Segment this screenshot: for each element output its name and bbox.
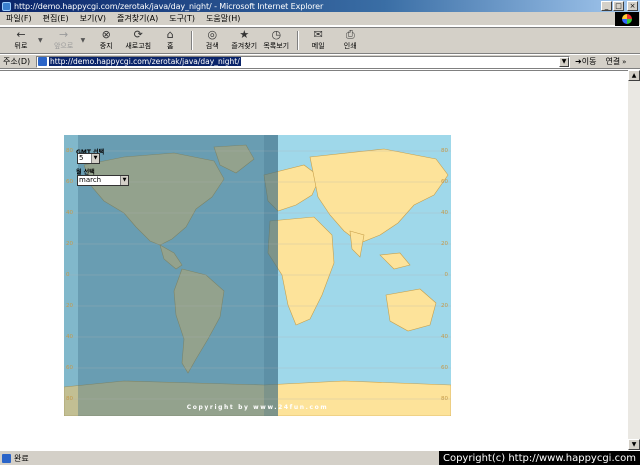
gmt-select[interactable]: 5 ▼ xyxy=(77,153,100,164)
toolbar-separator xyxy=(191,31,194,50)
links-button[interactable]: 연결» xyxy=(605,56,626,67)
back-dropdown-icon[interactable]: ▼ xyxy=(38,37,43,44)
address-input[interactable]: http://demo.happycgi.com/zerotak/java/da… xyxy=(36,55,570,68)
lat-label-left: 60 xyxy=(66,365,73,371)
toolbar-separator xyxy=(297,31,300,50)
home-label: 홈 xyxy=(167,42,174,50)
history-label: 목록보기 xyxy=(263,42,290,50)
go-label: 이동 xyxy=(581,57,597,66)
back-button[interactable]: ← 뒤로 xyxy=(6,28,36,53)
lat-label-left: 20 xyxy=(66,303,73,309)
mail-icon: ✉ xyxy=(313,28,323,41)
menu-favorites[interactable]: 즐겨찾기(A) xyxy=(117,13,158,24)
menu-file[interactable]: 파일(F) xyxy=(6,13,32,24)
window-controls: _ □ × xyxy=(601,1,638,11)
day-night-map: 80 60 40 20 0 20 40 60 80 80 60 40 20 0 … xyxy=(64,135,451,416)
lat-label-left: 60 xyxy=(66,179,73,185)
back-arrow-icon: ← xyxy=(16,28,26,41)
page-done-icon xyxy=(2,453,11,463)
history-button[interactable]: ◷ 목록보기 xyxy=(261,28,291,53)
lat-label-right: 40 xyxy=(441,334,448,340)
search-button[interactable]: ◎ 검색 xyxy=(197,28,227,53)
stop-label: 중지 xyxy=(99,42,113,50)
gmt-dropdown-icon: ▼ xyxy=(91,154,99,163)
forward-button[interactable]: → 앞으로 xyxy=(49,28,79,53)
page-icon xyxy=(38,57,47,66)
lat-label-right: 80 xyxy=(441,148,448,154)
standard-toolbar: ← 뒤로 ▼ → 앞으로 ▼ ⊗ 중지 ⟳ 새로고침 ⌂ 홈 ◎ 검색 ★ 즐겨… xyxy=(0,27,640,54)
lat-label-right: 20 xyxy=(441,303,448,309)
status-text: 완료 xyxy=(14,453,29,463)
address-bar: 주소(D) http://demo.happycgi.com/zerotak/j… xyxy=(0,55,640,69)
twilight-shade-right xyxy=(264,135,278,416)
print-button[interactable]: ⎙ 인쇄 xyxy=(335,28,365,53)
lat-label-right: 40 xyxy=(441,210,448,216)
mail-label: 메일 xyxy=(311,42,325,50)
menu-help[interactable]: 도움말(H) xyxy=(206,13,240,24)
print-label: 인쇄 xyxy=(343,42,357,50)
forward-arrow-icon: → xyxy=(59,28,69,41)
mail-button[interactable]: ✉ 메일 xyxy=(303,28,333,53)
menu-edit[interactable]: 편집(E) xyxy=(43,13,69,24)
home-icon: ⌂ xyxy=(166,28,174,41)
back-label: 뒤로 xyxy=(14,42,28,50)
map-copyright: Copyright by www.24fun.com xyxy=(186,404,329,411)
search-icon: ◎ xyxy=(207,28,218,41)
lat-label-left: 80 xyxy=(66,148,73,154)
forward-label: 앞으로 xyxy=(53,42,74,50)
window-title: http://demo.happycgi.com/zerotak/java/da… xyxy=(14,1,324,11)
go-button[interactable]: ➜이동 xyxy=(575,56,596,67)
lat-label-left: 0 xyxy=(66,272,70,278)
home-button[interactable]: ⌂ 홈 xyxy=(155,28,185,53)
favorites-label: 즐겨찾기 xyxy=(231,42,258,50)
scroll-up-icon[interactable]: ▲ xyxy=(628,70,640,81)
stop-icon: ⊗ xyxy=(101,28,111,41)
lat-label-right: 0 xyxy=(444,272,449,278)
ie-throbber xyxy=(615,12,639,26)
links-label: 연결 xyxy=(605,57,621,66)
favorites-button[interactable]: ★ 즐겨찾기 xyxy=(229,28,259,53)
go-arrow-icon: ➜ xyxy=(575,57,582,66)
links-chevron-icon: » xyxy=(622,58,627,66)
favorites-icon: ★ xyxy=(239,28,250,41)
menu-view[interactable]: 보기(V) xyxy=(80,13,106,24)
site-copyright: Copyright(c) http://www.happycgi.com xyxy=(438,451,640,465)
gmt-value: 5 xyxy=(79,154,84,162)
address-url[interactable]: http://demo.happycgi.com/zerotak/java/da… xyxy=(49,57,241,66)
refresh-icon: ⟳ xyxy=(133,28,143,41)
ie-icon xyxy=(2,1,11,11)
lat-label-right: 80 xyxy=(441,396,448,402)
maximize-button[interactable]: □ xyxy=(613,1,624,11)
refresh-button[interactable]: ⟳ 새로고침 xyxy=(123,28,153,53)
lat-label-right: 60 xyxy=(441,365,448,371)
stop-button[interactable]: ⊗ 중지 xyxy=(91,28,121,53)
lat-label-left: 20 xyxy=(66,241,73,247)
scroll-down-icon[interactable]: ▼ xyxy=(628,439,640,450)
refresh-label: 새로고침 xyxy=(125,42,152,50)
minimize-button[interactable]: _ xyxy=(601,1,612,11)
month-select[interactable]: march ▼ xyxy=(77,175,129,186)
month-value: march xyxy=(79,176,102,184)
vertical-scrollbar[interactable]: ▲ ▼ xyxy=(628,70,640,450)
search-label: 검색 xyxy=(205,42,219,50)
forward-dropdown-icon[interactable]: ▼ xyxy=(81,37,86,44)
lat-label-left: 40 xyxy=(66,334,73,340)
address-dropdown-icon[interactable]: ▼ xyxy=(559,56,569,67)
month-dropdown-icon: ▼ xyxy=(120,176,128,185)
lat-label-right: 20 xyxy=(441,241,448,247)
address-label: 주소(D) xyxy=(3,57,31,66)
print-icon: ⎙ xyxy=(345,28,355,41)
lat-label-right: 60 xyxy=(441,179,448,185)
lat-label-left: 80 xyxy=(66,396,73,402)
page-viewport: 80 60 40 20 0 20 40 60 80 80 60 40 20 0 … xyxy=(0,70,628,450)
close-button[interactable]: × xyxy=(627,1,638,11)
lat-label-left: 40 xyxy=(66,210,73,216)
menu-bar: 파일(F) 편집(E) 보기(V) 즐겨찾기(A) 도구(T) 도움말(H) xyxy=(0,12,640,26)
menu-tools[interactable]: 도구(T) xyxy=(169,13,195,24)
history-icon: ◷ xyxy=(271,28,282,41)
status-bar: 완료 Copyright(c) http://www.happycgi.com xyxy=(0,450,640,465)
windows-logo-icon xyxy=(622,14,632,24)
title-bar[interactable]: http://demo.happycgi.com/zerotak/java/da… xyxy=(0,0,640,12)
